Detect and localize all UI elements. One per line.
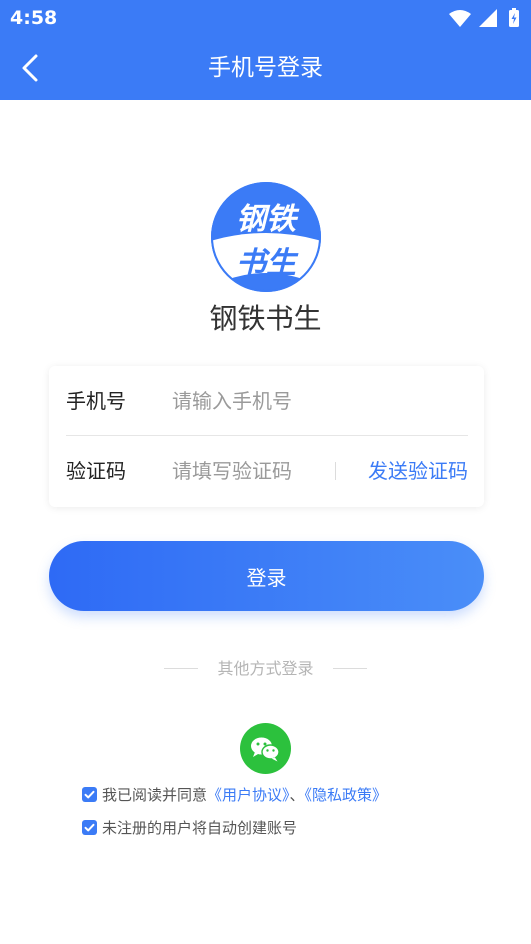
user-agreement-link[interactable]: 《用户协议》 (207, 786, 290, 804)
other-login-divider: 其他方式登录 (0, 656, 531, 682)
auto-register-checkbox[interactable] (82, 820, 97, 835)
agreement-prefix: 我已阅读并同意 (102, 786, 208, 804)
status-icons (447, 8, 521, 28)
code-row: 验证码 发送验证码 (66, 436, 468, 506)
send-code-button[interactable]: 发送验证码 (368, 436, 468, 506)
agreement-separator: 、 (289, 786, 305, 804)
logo-text-top: 钢铁 (236, 202, 300, 237)
status-time: 4:58 (10, 7, 58, 29)
phone-label: 手机号 (66, 389, 126, 413)
login-button[interactable]: 登录 (49, 541, 484, 611)
code-label: 验证码 (66, 459, 126, 483)
phone-row: 手机号 (66, 366, 468, 436)
code-input[interactable] (172, 455, 332, 487)
page-title: 手机号登录 (208, 55, 323, 81)
check-icon (84, 790, 95, 799)
logo-text-bottom: 书生 (236, 246, 299, 281)
wechat-icon (251, 737, 280, 762)
app-logo: 钢铁 书生 (210, 181, 322, 293)
signal-icon (479, 9, 497, 27)
wifi-icon (449, 10, 471, 27)
phone-input[interactable] (172, 385, 462, 417)
auto-register-text: 未注册的用户将自动创建账号 (102, 819, 298, 837)
check-icon (84, 823, 95, 832)
agreement-row: 我已阅读并同意《用户协议》、《隐私政策》 (82, 785, 387, 805)
divider (335, 462, 336, 480)
other-login-label: 其他方式登录 (217, 659, 314, 678)
privacy-policy-link[interactable]: 《隐私政策》 (305, 786, 388, 804)
app-name: 钢铁书生 (209, 302, 322, 335)
wechat-login-button[interactable] (240, 723, 291, 774)
app-header: 4:58 手机号登录 (0, 0, 531, 100)
login-form: 手机号 验证码 发送验证码 (49, 366, 484, 507)
divider-line (333, 668, 367, 669)
agreement-checkbox[interactable] (82, 787, 97, 802)
auto-register-row: 未注册的用户将自动创建账号 (82, 818, 297, 838)
battery-icon (509, 8, 519, 27)
